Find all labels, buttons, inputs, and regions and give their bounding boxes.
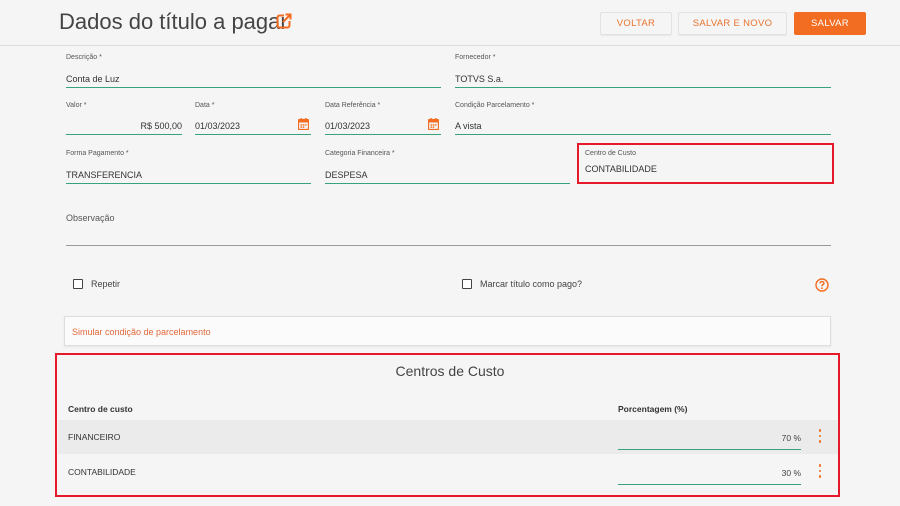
categoria-financeira-value: DESPESA xyxy=(325,170,368,180)
centro-custo-value: CONTABILIDADE xyxy=(585,164,657,174)
data-underline xyxy=(195,133,311,135)
data-value: 01/03/2023 xyxy=(195,121,241,131)
valor-field[interactable]: Valor * R$ 500,00 xyxy=(66,102,182,135)
simular-parcelamento-panel[interactable]: Simular condição de parcelamento xyxy=(64,316,831,346)
data-referencia-underline xyxy=(325,133,441,135)
observacao-label: Observação xyxy=(66,213,115,223)
row-percent-value: 70 % xyxy=(781,433,801,443)
marcar-pago-checkbox-box[interactable] xyxy=(462,279,472,289)
descricao-field[interactable]: Descrição * Conta de Luz xyxy=(66,54,441,88)
centro-custo-field[interactable]: Centro de Custo CONTABILIDADE xyxy=(585,150,825,178)
row-percent-input[interactable]: 30 % xyxy=(618,459,801,485)
col-percent-header: Porcentagem (%) xyxy=(618,404,688,414)
data-referencia-field[interactable]: Data Referência * 01/03/2023 xyxy=(325,102,441,135)
categoria-financeira-underline xyxy=(325,182,570,184)
forma-pagamento-label: Forma Pagamento * xyxy=(66,150,129,157)
repetir-checkbox[interactable]: Repetir xyxy=(73,279,120,289)
data-referencia-label: Data Referência * xyxy=(325,102,381,109)
external-link-icon[interactable] xyxy=(276,13,292,29)
valor-value: R$ 500,00 xyxy=(140,121,182,131)
table-row: CONTABILIDADE 30 % xyxy=(58,455,838,489)
categoria-financeira-field[interactable]: Categoria Financeira * DESPESA xyxy=(325,150,570,184)
save-and-new-button[interactable]: SALVAR E NOVO xyxy=(678,12,787,35)
marcar-pago-label: Marcar título como pago? xyxy=(480,279,583,289)
observacao-field[interactable]: Observação xyxy=(66,213,831,246)
descricao-label: Descrição * xyxy=(66,54,102,61)
row-centro-name: CONTABILIDADE xyxy=(68,467,136,477)
marcar-pago-checkbox[interactable]: Marcar título como pago? xyxy=(462,279,582,289)
valor-underline xyxy=(66,133,182,135)
condicao-parcelamento-label: Condição Parcelamento * xyxy=(455,102,535,109)
more-options-icon[interactable] xyxy=(816,427,824,445)
centro-custo-label: Centro de Custo xyxy=(585,150,636,157)
valor-label: Valor * xyxy=(66,102,87,109)
calendar-icon[interactable] xyxy=(298,118,309,130)
table-row: FINANCEIRO 70 % xyxy=(58,420,838,454)
simular-parcelamento-label: Simular condição de parcelamento xyxy=(72,327,211,337)
descricao-underline xyxy=(66,86,441,88)
condicao-parcelamento-field[interactable]: Condição Parcelamento * A vista xyxy=(455,102,831,135)
descricao-value: Conta de Luz xyxy=(66,74,120,84)
forma-pagamento-field[interactable]: Forma Pagamento * TRANSFERENCIA xyxy=(66,150,311,184)
centros-title: Centros de Custo xyxy=(395,363,505,379)
fornecedor-value: TOTVS S.a. xyxy=(455,74,504,84)
forma-pagamento-underline xyxy=(66,182,311,184)
row-centro-name: FINANCEIRO xyxy=(68,432,121,442)
condicao-parcelamento-underline xyxy=(455,133,831,135)
row-percent-underline xyxy=(618,448,801,450)
fornecedor-field[interactable]: Fornecedor * TOTVS S.a. xyxy=(455,54,831,88)
col-centro-header: Centro de custo xyxy=(68,404,133,414)
fornecedor-underline xyxy=(455,86,831,88)
row-percent-underline xyxy=(618,483,801,485)
fornecedor-label: Fornecedor * xyxy=(455,54,496,61)
page-title: Dados do título a pagar xyxy=(59,9,288,34)
forma-pagamento-value: TRANSFERENCIA xyxy=(66,170,143,180)
repetir-checkbox-box[interactable] xyxy=(73,279,83,289)
categoria-financeira-label: Categoria Financeira * xyxy=(325,150,395,157)
help-icon[interactable] xyxy=(815,278,829,292)
back-button[interactable]: VOLTAR xyxy=(600,12,672,35)
data-label: Data * xyxy=(195,102,215,109)
page-header: Dados do título a pagar VOLTAR SALVAR E … xyxy=(0,0,900,46)
save-button[interactable]: SALVAR xyxy=(794,12,866,35)
data-referencia-value: 01/03/2023 xyxy=(325,121,371,131)
data-field[interactable]: Data * 01/03/2023 xyxy=(195,102,311,135)
observacao-underline xyxy=(66,245,831,246)
repetir-label: Repetir xyxy=(91,279,121,289)
row-percent-value: 30 % xyxy=(781,468,801,478)
condicao-parcelamento-value: A vista xyxy=(455,121,482,131)
calendar-icon[interactable] xyxy=(428,118,439,130)
more-options-icon[interactable] xyxy=(816,462,824,480)
row-percent-input[interactable]: 70 % xyxy=(618,424,801,450)
